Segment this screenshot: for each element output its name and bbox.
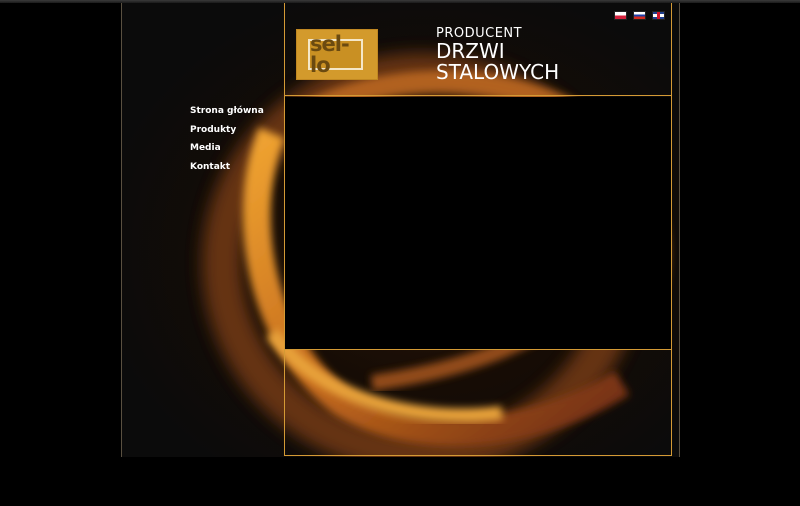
content-divider (284, 349, 672, 350)
header-divider (284, 95, 672, 96)
nav-item-home[interactable]: Strona główna (190, 106, 264, 116)
nav-item-products[interactable]: Produkty (190, 125, 264, 135)
page-container: sel-lo PRODUCENT DRZWI STALOWYCH Strona … (121, 3, 680, 457)
main-content-area (285, 97, 671, 349)
main-nav: Strona główna Produkty Media Kontakt (190, 106, 264, 180)
nav-item-contact[interactable]: Kontakt (190, 162, 264, 172)
nav-item-media[interactable]: Media (190, 143, 264, 153)
